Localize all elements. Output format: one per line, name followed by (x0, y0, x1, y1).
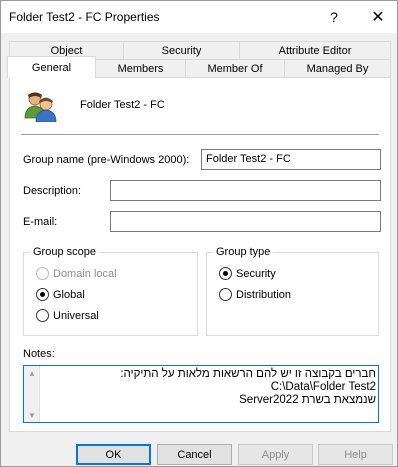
email-field[interactable] (110, 211, 381, 232)
radio-global[interactable]: Global (36, 288, 85, 301)
tab-general[interactable]: General (7, 56, 96, 78)
tab-managed-by-label: Managed By (306, 62, 369, 75)
object-name: Folder Test2 - FC (80, 99, 165, 111)
radio-security-label: Security (236, 267, 276, 280)
radio-global-label: Global (53, 288, 85, 301)
description-label: Description: (23, 185, 82, 197)
tab-row-front: General Members Member Of Managed By (7, 56, 391, 78)
tab-security[interactable]: Security (123, 41, 240, 59)
window-title: Folder Test2 - FC Properties (9, 10, 160, 24)
radio-button (36, 288, 49, 301)
group-scope-box: Group scope Domain local Global Universa… (23, 246, 198, 336)
cancel-button[interactable]: Cancel (157, 444, 232, 465)
apply-button[interactable]: Apply (238, 444, 313, 465)
radio-security[interactable]: Security (219, 267, 276, 280)
tab-managed-by[interactable]: Managed By (284, 59, 391, 77)
ok-button[interactable]: OK (76, 444, 151, 465)
properties-dialog: Folder Test2 - FC Properties ? ✕ Object … (0, 0, 398, 467)
tab-security-label: Security (161, 44, 202, 57)
scroll-up-icon[interactable]: ▲ (28, 369, 36, 378)
radio-button (36, 267, 49, 280)
tab-members[interactable]: Members (95, 59, 186, 77)
email-label: E-mail: (23, 216, 58, 228)
notes-content: חברים בקבוצה זו יש להם הרשאות מלאות על ה… (44, 368, 376, 407)
radio-button (36, 309, 49, 322)
notes-label: Notes: (23, 348, 55, 360)
description-field[interactable] (110, 180, 381, 201)
general-tab-panel: Folder Test2 - FC Group name (pre-Window… (9, 77, 391, 432)
notes-line: חברים בקבוצה זו יש להם הרשאות מלאות על ה… (120, 368, 376, 380)
separator (21, 134, 379, 135)
tab-attribute-editor-label: Attribute Editor (278, 44, 352, 57)
radio-button (219, 267, 232, 280)
radio-universal-label: Universal (53, 309, 99, 322)
group-scope-title: Group scope (30, 246, 99, 258)
close-button[interactable]: ✕ (361, 1, 395, 33)
radio-domain-local[interactable]: Domain local (36, 267, 117, 280)
group-type-box: Group type Security Distribution (206, 246, 379, 336)
group-name-label: Group name (pre-Windows 2000): (23, 154, 190, 166)
tab-attribute-editor[interactable]: Attribute Editor (239, 41, 391, 59)
radio-domain-local-label: Domain local (53, 267, 117, 280)
notes-textarea[interactable]: ▲ ▼ חברים בקבוצה זו יש להם הרשאות מלאות … (23, 365, 379, 423)
help-button[interactable]: Help (318, 444, 393, 465)
notes-scrollbar[interactable]: ▲ ▼ (24, 366, 40, 422)
notes-line: שנמצאת בשרת Server2022 (239, 394, 376, 406)
tab-members-label: Members (117, 62, 164, 75)
notes-line: C:\Data\Folder Test2 (270, 381, 376, 393)
tab-member-of[interactable]: Member Of (185, 59, 285, 77)
radio-distribution-label: Distribution (236, 288, 292, 301)
tab-member-of-label: Member Of (207, 62, 263, 75)
group-users-icon (24, 92, 57, 122)
radio-universal[interactable]: Universal (36, 309, 99, 322)
title-bar: Folder Test2 - FC Properties ? ✕ (1, 1, 397, 33)
radio-distribution[interactable]: Distribution (219, 288, 291, 301)
help-title-button[interactable]: ? (319, 1, 349, 33)
tab-object-label: Object (50, 44, 83, 57)
group-name-field[interactable]: Folder Test2 - FC (201, 149, 381, 170)
radio-button (219, 288, 232, 301)
tab-general-label: General (31, 61, 72, 74)
scroll-down-icon[interactable]: ▼ (28, 411, 36, 420)
group-type-title: Group type (213, 246, 274, 258)
